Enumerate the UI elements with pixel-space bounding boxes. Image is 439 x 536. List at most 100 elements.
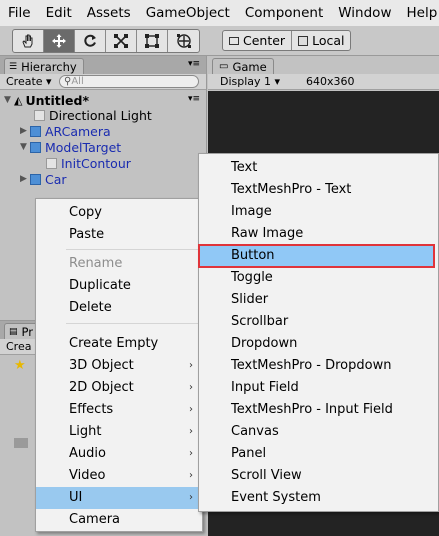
menu-item-2d-object[interactable]: 2D Object › (36, 377, 202, 399)
menu-file[interactable]: File (0, 5, 38, 21)
tree-item-label: Car (45, 171, 67, 187)
menu-item-light[interactable]: Light › (36, 421, 202, 443)
rotate-tool-button[interactable] (75, 30, 106, 52)
menu-separator (66, 249, 198, 250)
prefab-cube-icon (30, 141, 41, 153)
scene-root[interactable]: ▼ ◭ Untitled* (4, 92, 89, 108)
menu-item-copy[interactable]: Copy (36, 202, 202, 224)
menu-item-audio[interactable]: Audio › (36, 443, 202, 465)
panel-menu-icon[interactable]: ▾≡ (188, 59, 200, 69)
menu-assets[interactable]: Assets (79, 5, 138, 21)
hand-tool-button[interactable] (13, 30, 44, 52)
rect-icon (145, 34, 159, 48)
game-tab-label: Game (232, 59, 267, 74)
prefab-cube-icon (30, 173, 41, 185)
transform-tool-button[interactable] (168, 30, 199, 52)
submenu-item-event-system[interactable]: Event System (199, 487, 438, 509)
menu-item-video[interactable]: Video › (36, 465, 202, 487)
expand-arrow-icon[interactable]: ▶ (20, 174, 30, 184)
tree-item-modeltarget[interactable]: ▼ ModelTarget (20, 139, 121, 155)
submenu-item-button[interactable]: Button (198, 244, 435, 268)
tree-item-directional-light[interactable]: Directional Light (34, 107, 152, 123)
submenu-item-scrollbar[interactable]: Scrollbar (199, 311, 438, 333)
scale-tool-button[interactable] (106, 30, 137, 52)
pivot-local-label: Local (312, 33, 345, 48)
menu-bar: File Edit Assets GameObject Component Wi… (0, 0, 439, 26)
tree-item-label: InitContour (61, 155, 131, 171)
tree-item-label: Directional Light (49, 107, 152, 123)
menu-item-ui[interactable]: UI › (36, 487, 202, 509)
resolution-dropdown[interactable]: 640x360 (306, 75, 355, 88)
unity-logo-icon: ◭ (14, 93, 23, 107)
pivot-center-button[interactable]: Center (223, 31, 293, 50)
hierarchy-tab-label: Hierarchy (21, 59, 77, 74)
menu-item-duplicate[interactable]: Duplicate (36, 275, 202, 297)
center-icon (229, 36, 239, 45)
menu-item-paste[interactable]: Paste (36, 224, 202, 246)
submenu-item-textmeshpro-dropdown[interactable]: TextMeshPro - Dropdown (199, 355, 438, 377)
submenu-item-scroll-view[interactable]: Scroll View (199, 465, 438, 487)
search-input[interactable]: ⚲All (59, 75, 199, 88)
menu-window[interactable]: Window (330, 5, 398, 21)
folder-icon (14, 438, 28, 448)
pivot-group: Center Local (222, 30, 352, 51)
submenu-item-dropdown[interactable]: Dropdown (199, 333, 438, 355)
project-create-button[interactable]: Crea (6, 340, 31, 353)
gameobject-icon (46, 157, 57, 169)
tree-item-car[interactable]: ▶ Car (20, 171, 67, 187)
scene-name: Untitled* (25, 92, 90, 108)
expand-arrow-icon[interactable]: ▶ (20, 126, 30, 136)
favorites-star-icon: ★ (14, 358, 26, 373)
tab-hierarchy[interactable]: ☰ Hierarchy (4, 58, 84, 74)
tree-item-arcamera[interactable]: ▶ ARCamera (20, 123, 111, 139)
menu-gameobject[interactable]: GameObject (138, 5, 237, 21)
submenu-item-toggle[interactable]: Toggle (199, 267, 438, 289)
menu-separator (66, 323, 198, 324)
submenu-item-canvas[interactable]: Canvas (199, 421, 438, 443)
submenu-item-textmeshpro-input-field[interactable]: TextMeshPro - Input Field (199, 399, 438, 421)
context-menu: Copy Paste Rename Duplicate Delete Creat… (35, 198, 203, 532)
menu-help[interactable]: Help (398, 5, 439, 21)
menu-item-create-empty[interactable]: Create Empty (36, 333, 202, 355)
tree-item-label: ModelTarget (45, 139, 122, 155)
submenu-arrow-icon: › (189, 382, 193, 393)
menu-item-camera[interactable]: Camera (36, 509, 202, 531)
transform-tools (12, 29, 200, 53)
pivot-center-label: Center (243, 33, 286, 48)
display-dropdown[interactable]: Display 1 ▾ (220, 75, 280, 88)
menu-item-effects[interactable]: Effects › (36, 399, 202, 421)
create-button[interactable]: Create ▾ (6, 75, 52, 88)
search-placeholder: All (71, 76, 84, 87)
rect-tool-button[interactable] (137, 30, 168, 52)
tree-item-initcontour[interactable]: InitContour (46, 155, 131, 171)
expand-arrow-icon[interactable]: ▼ (4, 95, 14, 105)
menu-component[interactable]: Component (237, 5, 330, 21)
submenu-item-panel[interactable]: Panel (199, 443, 438, 465)
prefab-cube-icon (30, 125, 41, 137)
submenu-item-text[interactable]: Text (199, 157, 438, 179)
expand-arrow-icon[interactable]: ▼ (20, 142, 30, 152)
menu-item-delete[interactable]: Delete (36, 297, 202, 319)
menu-item-3d-object[interactable]: 3D Object › (36, 355, 202, 377)
move-icon (52, 34, 66, 48)
move-tool-button[interactable] (44, 30, 75, 52)
submenu-arrow-icon: › (189, 470, 193, 481)
submenu-item-raw-image[interactable]: Raw Image (199, 223, 438, 245)
submenu-item-textmeshpro-text[interactable]: TextMeshPro - Text (199, 179, 438, 201)
submenu-arrow-icon: › (189, 426, 193, 437)
submenu-item-image[interactable]: Image (199, 201, 438, 223)
menu-edit[interactable]: Edit (38, 5, 79, 21)
hierarchy-subbar: Create ▾ ⚲All (0, 74, 206, 90)
tab-game[interactable]: ▭ Game (212, 58, 274, 74)
submenu-item-input-field[interactable]: Input Field (199, 377, 438, 399)
submenu-item-slider[interactable]: Slider (199, 289, 438, 311)
project-tab-label: Pr (21, 324, 33, 339)
game-controller-icon: ▭ (219, 61, 229, 72)
ui-submenu: Text TextMeshPro - Text Image Raw Image … (198, 153, 439, 512)
scale-icon (114, 34, 128, 48)
scene-menu-icon[interactable]: ▾≡ (188, 94, 200, 104)
folder-icon: ▤ (9, 326, 18, 337)
submenu-arrow-icon: › (189, 448, 193, 459)
game-subbar: Display 1 ▾ 640x360 (208, 74, 439, 90)
pivot-local-button[interactable]: Local (292, 31, 350, 50)
